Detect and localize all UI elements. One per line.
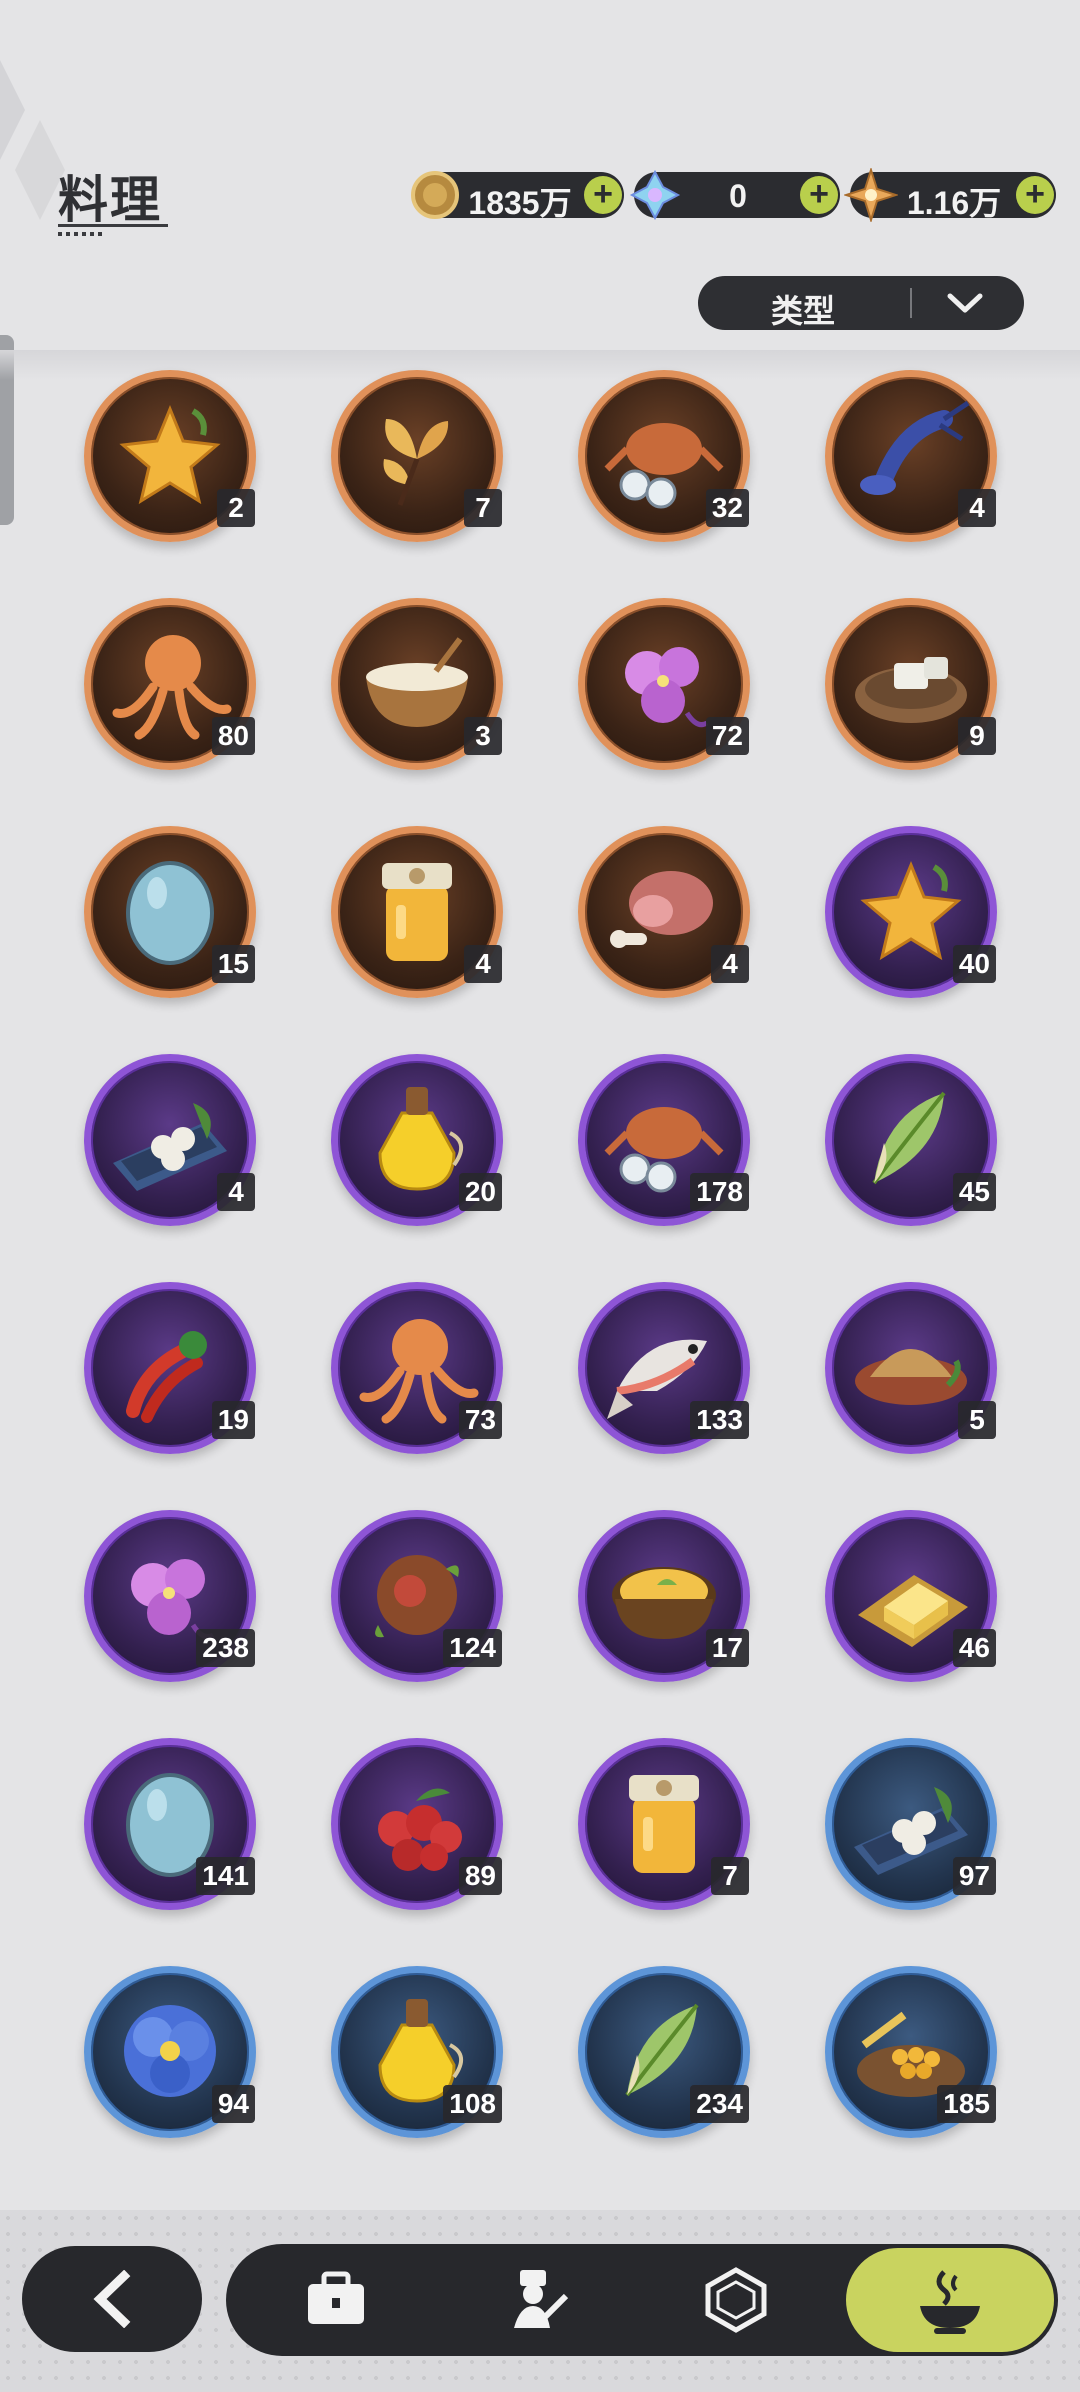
ingredient-item[interactable]: 5 (825, 1282, 997, 1454)
ingredient-item[interactable]: 40 (825, 826, 997, 998)
cooking-inventory-screen: 料理 1835万 + 0 + 1.16万 + 类型 2 7 32 4 80 3 … (0, 0, 1080, 2392)
ingredient-item[interactable]: 80 (84, 598, 256, 770)
ingredient-item[interactable]: 124 (331, 1510, 503, 1682)
ingredient-item[interactable]: 17 (578, 1510, 750, 1682)
gem-icon (705, 2267, 767, 2333)
coin-amount: 1835万 (468, 185, 572, 221)
item-count: 20 (458, 1173, 502, 1211)
crystal-amount: 0 (729, 178, 747, 214)
star-gem-icon (844, 168, 898, 222)
ingredient-item[interactable]: 46 (825, 1510, 997, 1682)
item-count: 185 (937, 2085, 996, 2123)
item-count: 4 (217, 1173, 255, 1211)
item-count: 46 (952, 1629, 996, 1667)
item-count: 234 (690, 2085, 749, 2123)
title-underline (58, 224, 168, 227)
item-count: 94 (211, 2085, 255, 2123)
ingredient-item[interactable]: 4 (331, 826, 503, 998)
item-count: 2 (217, 489, 255, 527)
ingredient-item[interactable]: 4 (578, 826, 750, 998)
item-count: 7 (711, 1857, 749, 1895)
ingredient-item[interactable]: 185 (825, 1966, 997, 2138)
ingredient-item[interactable]: 4 (825, 370, 997, 542)
ingredient-item[interactable]: 141 (84, 1738, 256, 1910)
item-count: 238 (196, 1629, 255, 1667)
star-gem-currency: 1.16万 + (844, 168, 1056, 222)
ingredient-item[interactable]: 94 (84, 1966, 256, 2138)
crystal-icon (629, 169, 681, 221)
coin-currency: 1835万 + (411, 171, 624, 221)
title-dots (58, 232, 106, 236)
ingredient-item[interactable]: 89 (331, 1738, 503, 1910)
item-count: 17 (705, 1629, 749, 1667)
item-count: 141 (196, 1857, 255, 1895)
ingredient-item[interactable]: 73 (331, 1282, 503, 1454)
cooking-pot-icon (920, 2270, 980, 2334)
ingredient-item[interactable]: 234 (578, 1966, 750, 2138)
tab-character[interactable] (436, 2244, 636, 2356)
filter-label: 类型 (770, 293, 835, 329)
ingredient-item[interactable]: 3 (331, 598, 503, 770)
ingredient-item[interactable]: 45 (825, 1054, 997, 1226)
ingredient-item[interactable]: 9 (825, 598, 997, 770)
ingredient-item[interactable]: 7 (578, 1738, 750, 1910)
crystal-currency: 0 + (629, 169, 840, 221)
ingredient-item[interactable]: 97 (825, 1738, 997, 1910)
item-count: 40 (952, 945, 996, 983)
ingredient-item[interactable]: 4 (84, 1054, 256, 1226)
ingredient-item[interactable]: 20 (331, 1054, 503, 1226)
coin-icon (411, 171, 459, 219)
item-count: 73 (458, 1401, 502, 1439)
item-count: 5 (958, 1401, 996, 1439)
item-count: 4 (711, 945, 749, 983)
item-count: 124 (443, 1629, 502, 1667)
tab-gem[interactable] (636, 2244, 836, 2356)
item-count: 19 (211, 1401, 255, 1439)
ingredient-item[interactable]: 2 (84, 370, 256, 542)
back-button[interactable] (22, 2246, 202, 2352)
add-star-gem-button[interactable]: + (1016, 176, 1054, 214)
star-gem-amount: 1.16万 (906, 185, 1002, 221)
item-count: 7 (464, 489, 502, 527)
ingredient-item[interactable]: 178 (578, 1054, 750, 1226)
ingredient-item[interactable]: 32 (578, 370, 750, 542)
bottom-nav (226, 2244, 1058, 2356)
item-count: 89 (458, 1857, 502, 1895)
type-filter-dropdown[interactable]: 类型 (698, 276, 1024, 330)
item-count: 97 (952, 1857, 996, 1895)
item-count: 4 (958, 489, 996, 527)
item-count: 9 (958, 717, 996, 755)
item-count: 32 (705, 489, 749, 527)
tab-inventory[interactable] (236, 2244, 436, 2356)
ingredient-item[interactable]: 15 (84, 826, 256, 998)
character-icon (514, 2270, 569, 2328)
item-count: 3 (464, 717, 502, 755)
ingredient-item[interactable]: 133 (578, 1282, 750, 1454)
item-count: 133 (690, 1401, 749, 1439)
back-arrow-icon (93, 2270, 131, 2328)
ingredient-item[interactable]: 7 (331, 370, 503, 542)
ingredient-item[interactable]: 19 (84, 1282, 256, 1454)
item-count: 108 (443, 2085, 502, 2123)
ingredient-item[interactable]: 238 (84, 1510, 256, 1682)
item-count: 4 (464, 945, 502, 983)
item-count: 72 (705, 717, 749, 755)
page-title: 料理 (58, 172, 162, 228)
add-crystal-button[interactable]: + (800, 176, 838, 214)
chevron-down-icon (947, 293, 983, 313)
bag-icon (308, 2271, 364, 2324)
item-count: 15 (211, 945, 255, 983)
item-count: 80 (211, 717, 255, 755)
ingredient-item[interactable]: 72 (578, 598, 750, 770)
item-count: 178 (690, 1173, 749, 1211)
item-count: 45 (952, 1173, 996, 1211)
add-coin-button[interactable]: + (584, 176, 622, 214)
filter-divider (910, 288, 912, 318)
ingredient-item[interactable]: 108 (331, 1966, 503, 2138)
tab-cooking[interactable] (846, 2248, 1054, 2352)
